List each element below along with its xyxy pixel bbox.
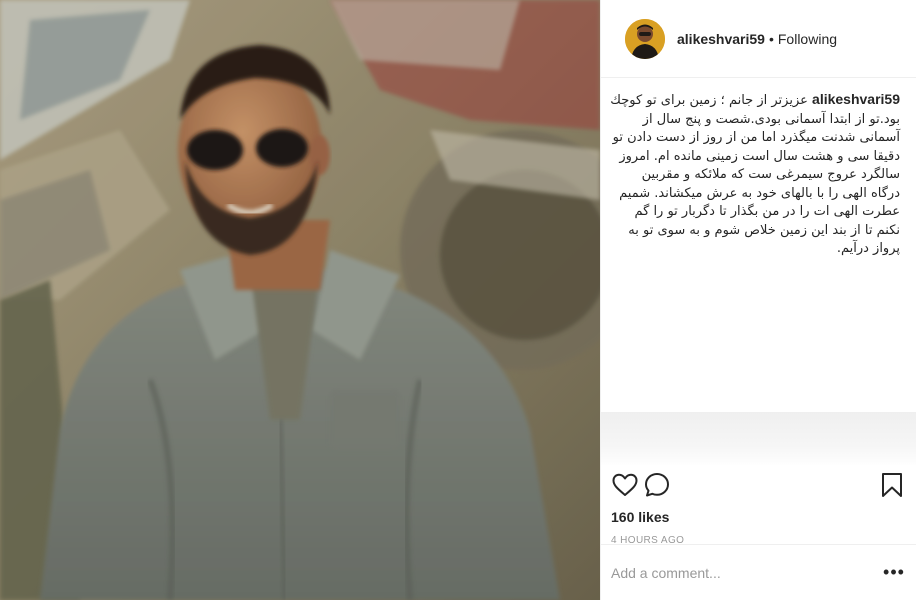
caption: alikeshvari59 عزیزتر از جانم ؛ زمین برای… [609,90,900,259]
likes-count[interactable]: 160 likes [601,506,916,528]
comment-button[interactable] [641,469,673,501]
comment-box: ••• [601,544,916,600]
following-button[interactable]: Following [778,31,837,47]
post-details-panel: alikeshvari59 • Following alikeshvari59 عز… [600,0,916,600]
separator-dot: • [768,30,774,47]
more-options-icon[interactable]: ••• [882,561,906,585]
caption-text: عزیزتر از جانم ؛ زمین برای تو کوچك بود.ت… [610,93,900,256]
avatar-image [625,18,665,59]
like-button[interactable] [609,469,641,501]
heart-outline-icon [612,473,638,496]
caption-username-link[interactable]: alikeshvari59 [812,91,900,107]
comment-input[interactable] [611,564,882,581]
username-link[interactable]: alikeshvari59 [677,31,765,47]
save-button[interactable] [876,469,908,501]
caption-fade-divider [601,412,916,465]
speech-bubble-icon [645,473,669,497]
portrait-photo [0,0,600,600]
action-bar [601,465,916,505]
header-text: alikeshvari59 • Following [677,31,837,47]
post-header: alikeshvari59 • Following [601,0,916,78]
instagram-post: alikeshvari59 • Following alikeshvari59 عز… [0,0,916,600]
post-photo[interactable] [0,0,600,600]
bookmark-icon [882,473,902,497]
avatar[interactable] [625,18,665,59]
caption-area: alikeshvari59 عزیزتر از جانم ؛ زمین برای… [601,78,916,465]
